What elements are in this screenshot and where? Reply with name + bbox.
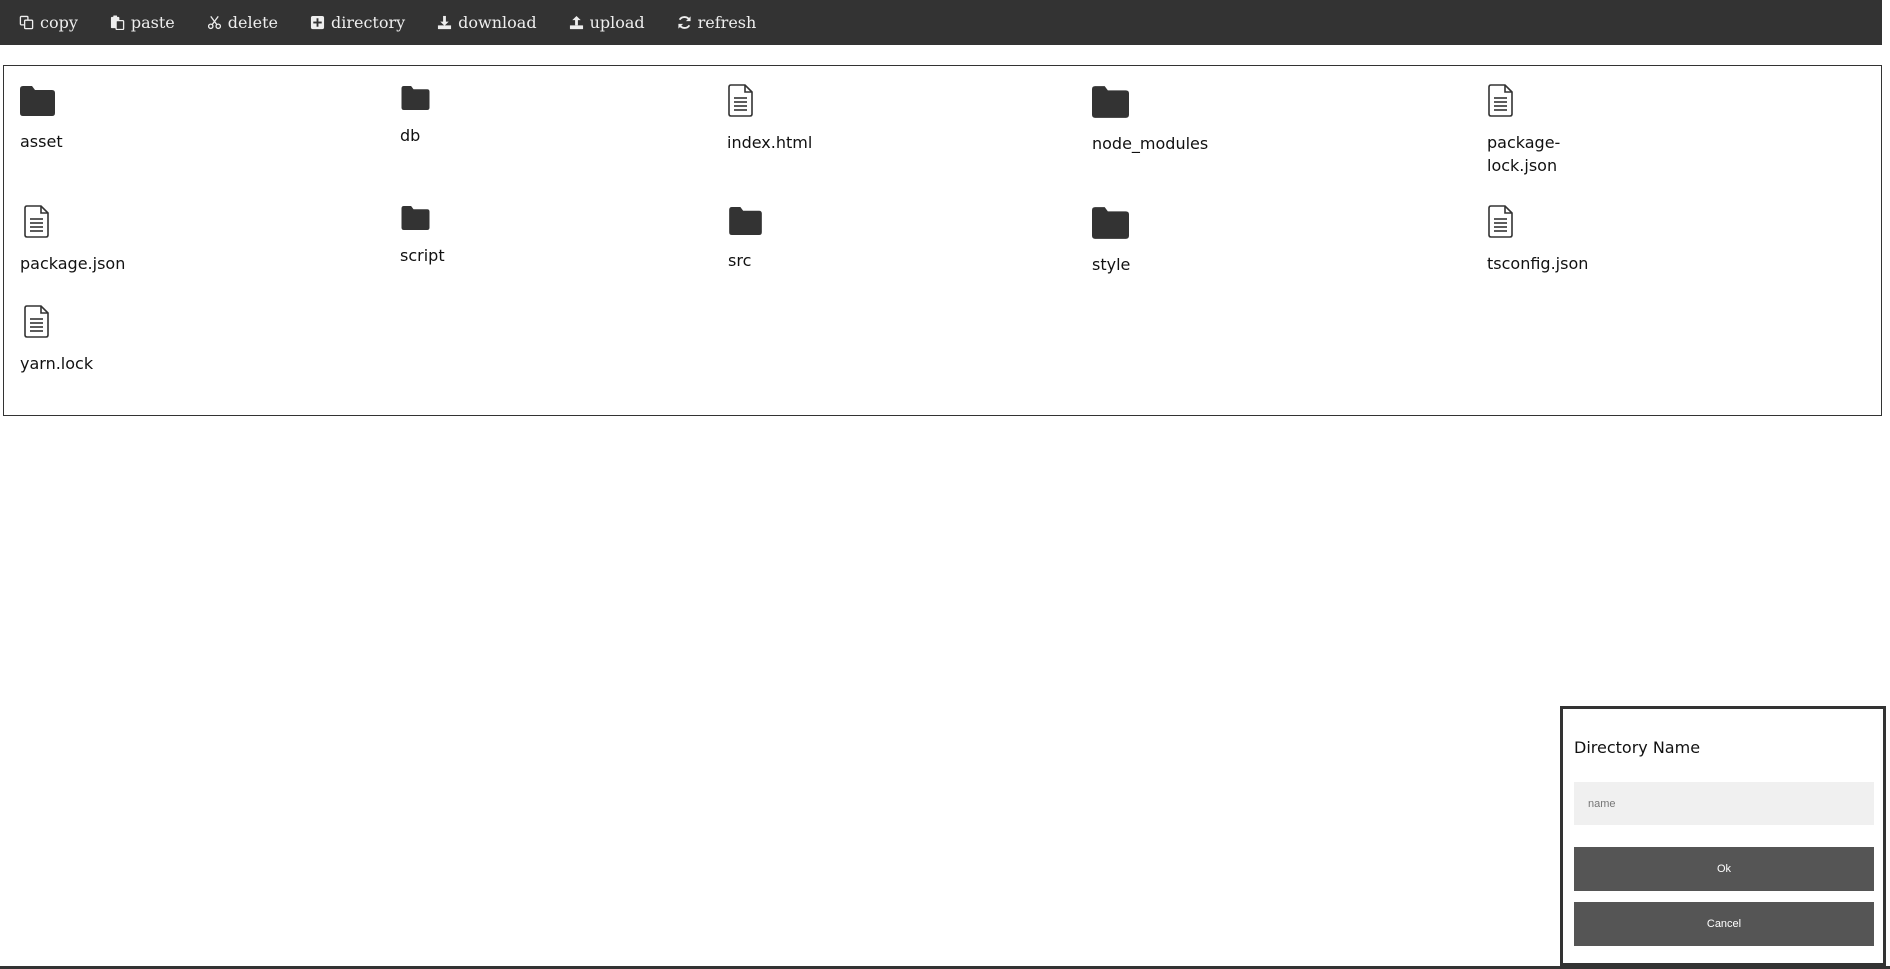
dialog-title: Directory Name — [1574, 738, 1701, 757]
directory-label: directory — [330, 13, 406, 32]
directory-name-input[interactable] — [1574, 782, 1874, 825]
file-item-script[interactable]: script — [400, 206, 445, 267]
file-text-icon — [1488, 84, 1513, 117]
file-item-index-html[interactable]: index.html — [727, 84, 812, 154]
folder-icon — [1092, 207, 1129, 239]
copy-icon — [19, 15, 34, 30]
directory-name-dialog: Directory Name Ok Cancel — [1560, 706, 1886, 966]
download-icon — [438, 15, 452, 30]
file-name: yarn.lock — [20, 354, 94, 373]
file-item-yarn-lock[interactable]: yarn.lock — [20, 305, 94, 375]
folder-icon — [401, 206, 430, 230]
refresh-button[interactable]: refresh — [677, 13, 757, 32]
file-text-icon — [24, 305, 49, 338]
download-label: download — [458, 13, 537, 32]
file-name: asset — [20, 132, 63, 151]
delete-label: delete — [227, 13, 278, 32]
file-text-icon — [1488, 205, 1513, 238]
folder-icon — [20, 86, 55, 116]
file-item-db[interactable]: db — [400, 86, 431, 147]
file-name: tsconfig.json — [1487, 254, 1589, 273]
file-item-src[interactable]: src — [728, 207, 763, 272]
file-name: style — [1092, 255, 1131, 274]
upload-label: upload — [589, 13, 645, 32]
paste-button[interactable]: paste — [110, 13, 175, 32]
file-name: package-lock.json — [1487, 133, 1561, 175]
refresh-icon — [678, 16, 691, 29]
paste-label: paste — [130, 13, 175, 32]
upload-icon — [569, 15, 583, 30]
file-item-asset[interactable]: asset — [20, 86, 63, 153]
plus-square-icon — [310, 15, 325, 30]
file-name: db — [400, 126, 421, 145]
new-directory-button[interactable]: directory — [310, 13, 405, 32]
file-item-tsconfig-json[interactable]: tsconfig.json — [1487, 205, 1588, 275]
download-button[interactable]: download — [437, 13, 537, 32]
paste-icon — [110, 15, 125, 30]
file-item-package-json[interactable]: package.json — [20, 205, 126, 275]
file-name: index.html — [727, 133, 813, 152]
file-name: node_modules — [1092, 134, 1209, 153]
copy-label: copy — [40, 13, 78, 32]
file-browser: asset db index.html node_modules package… — [3, 65, 1882, 416]
file-name: src — [728, 251, 752, 270]
folder-icon — [401, 86, 430, 110]
file-item-style[interactable]: style — [1092, 207, 1130, 276]
file-name: package.json — [20, 254, 126, 273]
file-text-icon — [24, 205, 49, 238]
refresh-label: refresh — [697, 13, 757, 32]
toolbar: copy paste delete directory download upl… — [0, 0, 1882, 45]
cancel-button[interactable]: Cancel — [1574, 902, 1874, 946]
ok-button[interactable]: Ok — [1574, 847, 1874, 891]
file-name: script — [400, 246, 445, 265]
copy-button[interactable]: copy — [19, 13, 78, 32]
upload-button[interactable]: upload — [569, 13, 645, 32]
file-text-icon — [728, 84, 753, 117]
file-item-node-modules[interactable]: node_modules — [1092, 86, 1208, 155]
scissors-icon — [207, 16, 221, 30]
file-item-package-lock-json[interactable]: package-lock.json — [1487, 84, 1607, 177]
folder-icon — [729, 207, 762, 235]
folder-icon — [1092, 86, 1129, 118]
delete-button[interactable]: delete — [207, 13, 278, 32]
